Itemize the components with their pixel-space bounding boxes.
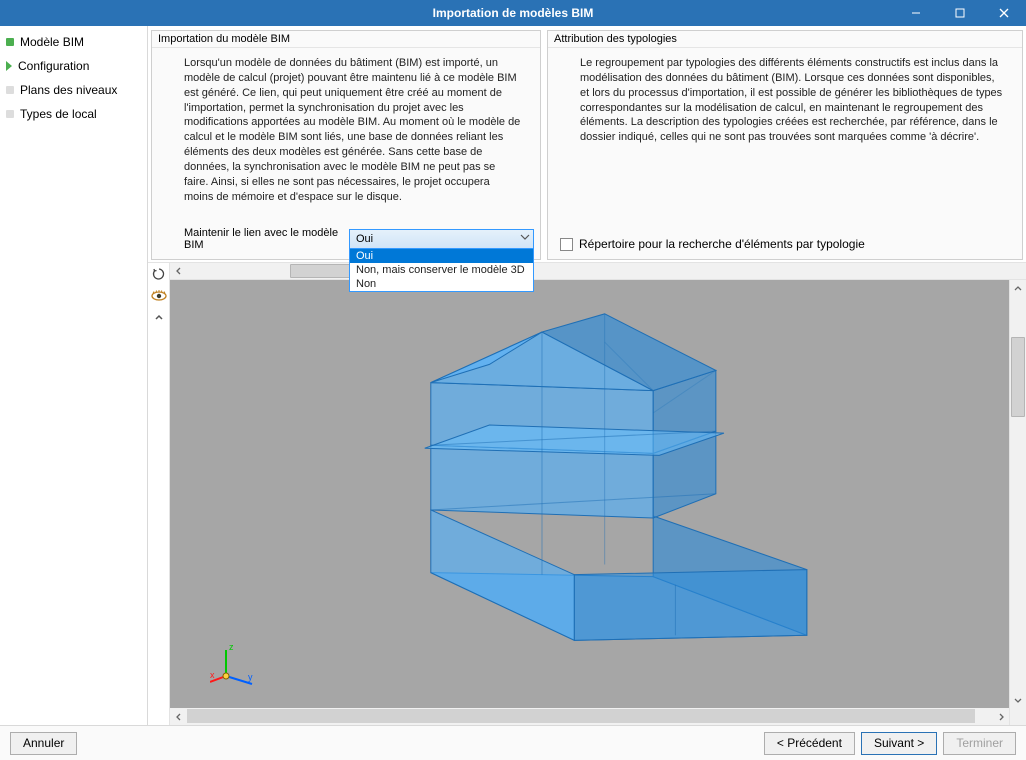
previous-button[interactable]: < Précédent xyxy=(764,732,855,755)
scroll-left-icon[interactable] xyxy=(170,263,187,280)
sidebar-item-label: Types de local xyxy=(20,107,97,121)
next-button[interactable]: Suivant > xyxy=(861,732,937,755)
axis-gizmo: z y x xyxy=(210,638,260,688)
viewer-toolbar xyxy=(148,263,170,725)
scroll-left-icon[interactable] xyxy=(170,708,187,725)
scroll-right-icon[interactable] xyxy=(992,708,1009,725)
window-controls xyxy=(894,0,1026,26)
horizontal-scroll-top[interactable] xyxy=(170,263,1026,280)
finish-button: Terminer xyxy=(943,732,1016,755)
minimize-button[interactable] xyxy=(894,0,938,26)
collapse-tool[interactable] xyxy=(151,310,167,326)
scroll-down-icon[interactable] xyxy=(1010,691,1026,708)
reset-view-tool[interactable] xyxy=(151,266,167,282)
combo-label: Maintenir le lien avec le modèle BIM xyxy=(184,227,345,251)
scroll-thumb[interactable] xyxy=(1011,337,1025,417)
typology-panel: Attribution des typologies Le regroupeme… xyxy=(547,30,1023,260)
sidebar-item-label: Modèle BIM xyxy=(20,35,84,49)
scroll-thumb[interactable] xyxy=(187,709,975,723)
scroll-corner xyxy=(1009,708,1026,725)
sidebar-item-modele-bim[interactable]: Modèle BIM xyxy=(0,30,147,54)
sidebar-item-configuration[interactable]: Configuration xyxy=(0,54,147,78)
combo-value: Oui xyxy=(356,233,373,245)
maintain-link-row: Maintenir le lien avec le modèle BIM Oui… xyxy=(152,227,540,259)
3d-canvas[interactable]: z y x xyxy=(170,280,1009,708)
pending-icon xyxy=(6,110,14,118)
panel-title: Attribution des typologies xyxy=(548,31,1022,48)
title-bar: Importation de modèles BIM xyxy=(0,0,1026,26)
wizard-sidebar: Modèle BIM Configuration Plans des nivea… xyxy=(0,26,148,725)
checkmark-icon xyxy=(6,38,14,46)
axis-z-label: z xyxy=(229,642,234,652)
combo-option[interactable]: Non, mais conserver le modèle 3D xyxy=(350,263,533,277)
wizard-footer: Annuler < Précédent Suivant > Terminer xyxy=(0,726,1026,760)
close-button[interactable] xyxy=(982,0,1026,26)
horizontal-scroll-bottom[interactable] xyxy=(170,708,1026,725)
panel-text: Lorsqu'un modèle de données du bâtiment … xyxy=(152,48,540,227)
scroll-up-icon[interactable] xyxy=(1010,280,1026,297)
content-area: Importation du modèle BIM Lorsqu'un modè… xyxy=(148,26,1026,725)
eye-view-tool[interactable] xyxy=(151,288,167,304)
combo-option[interactable]: Oui xyxy=(350,249,533,263)
typology-checkbox-row: Répertoire pour la recherche d'éléments … xyxy=(548,237,1022,259)
import-panel: Importation du modèle BIM Lorsqu'un modè… xyxy=(151,30,541,260)
vertical-scroll[interactable] xyxy=(1009,280,1026,708)
window-title: Importation de modèles BIM xyxy=(433,6,594,20)
3d-viewer: z y x xyxy=(148,262,1026,725)
panel-title: Importation du modèle BIM xyxy=(152,31,540,48)
maximize-button[interactable] xyxy=(938,0,982,26)
top-panels: Importation du modèle BIM Lorsqu'un modè… xyxy=(148,26,1026,262)
axis-y-label: y xyxy=(248,672,253,682)
sidebar-item-label: Configuration xyxy=(18,59,89,73)
sidebar-item-types[interactable]: Types de local xyxy=(0,102,147,126)
viewer-area: z y x xyxy=(170,263,1026,725)
main-area: Modèle BIM Configuration Plans des nivea… xyxy=(0,26,1026,726)
axis-x-label: x xyxy=(210,670,215,680)
sidebar-item-label: Plans des niveaux xyxy=(20,83,117,97)
maintain-link-combo[interactable]: Oui Oui Non, mais conserver le modèle 3D… xyxy=(349,229,534,249)
checkbox-label: Répertoire pour la recherche d'éléments … xyxy=(579,237,865,251)
pending-icon xyxy=(6,86,14,94)
panel-text: Le regroupement par typologies des diffé… xyxy=(548,48,1022,237)
arrow-right-icon xyxy=(6,61,12,71)
sidebar-item-plans[interactable]: Plans des niveaux xyxy=(0,78,147,102)
combo-dropdown: Oui Non, mais conserver le modèle 3D Non xyxy=(349,248,534,292)
typology-checkbox[interactable] xyxy=(560,238,573,251)
combo-option[interactable]: Non xyxy=(350,277,533,291)
chevron-down-icon xyxy=(520,232,530,245)
cancel-button[interactable]: Annuler xyxy=(10,732,77,755)
